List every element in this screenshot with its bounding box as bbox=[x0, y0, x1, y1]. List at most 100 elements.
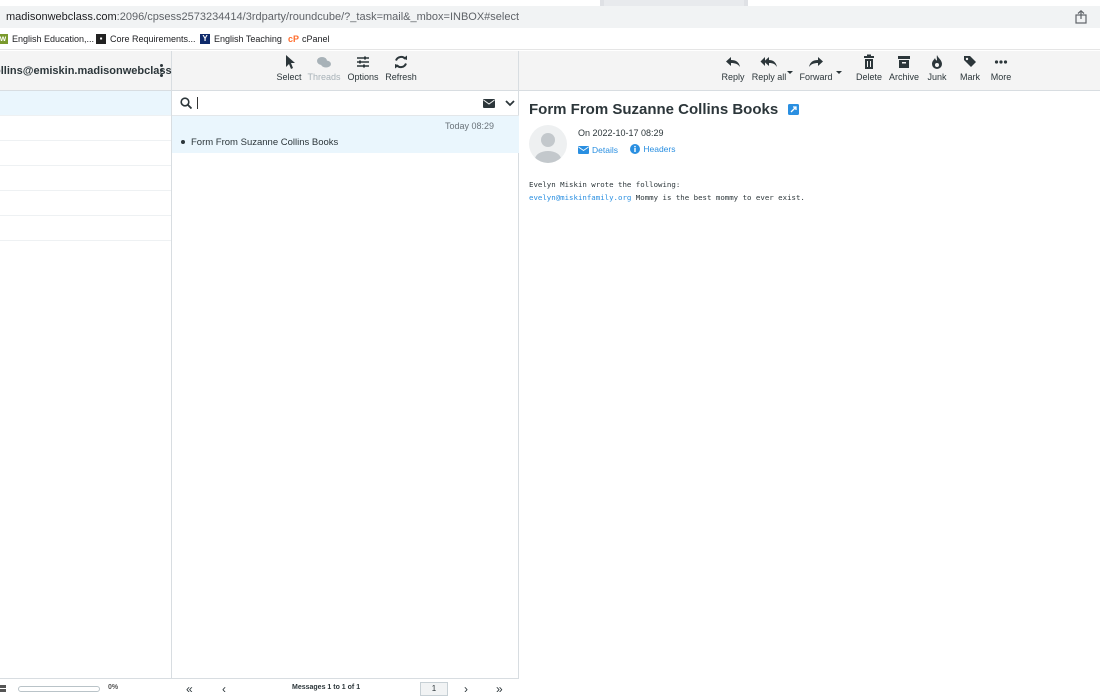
next-page-button[interactable]: › bbox=[464, 681, 468, 697]
message-list-pane: Select Threads Options Refresh Today 08:… bbox=[172, 51, 519, 700]
search-icon[interactable] bbox=[180, 97, 192, 109]
email-link[interactable]: evelyn@miskinfamily.org bbox=[529, 193, 631, 202]
headers-label: Headers bbox=[643, 144, 676, 154]
tag-icon bbox=[964, 56, 976, 67]
delete-label: Delete bbox=[855, 72, 882, 82]
reply-all-dropdown-caret[interactable] bbox=[787, 71, 793, 74]
junk-label: Junk bbox=[927, 72, 947, 82]
folder-item[interactable] bbox=[0, 166, 171, 191]
quote-intro: Evelyn Miskin wrote the following: bbox=[529, 180, 681, 189]
message-date: On 2022-10-17 08:29 bbox=[578, 128, 664, 138]
forward-label: Forward bbox=[799, 72, 833, 82]
archive-icon bbox=[898, 56, 910, 68]
fire-icon bbox=[932, 55, 942, 69]
bookmark-site-icon: Y bbox=[200, 34, 210, 44]
open-in-new-window-icon[interactable] bbox=[788, 104, 800, 115]
ellipsis-icon bbox=[994, 60, 1008, 64]
refresh-button[interactable]: Refresh bbox=[384, 54, 418, 88]
archive-button[interactable]: Archive bbox=[887, 54, 921, 88]
url-path: :2096/cpsess2573234414/3rdparty/roundcub… bbox=[116, 11, 520, 23]
message-subject: Form From Suzanne Collins Books bbox=[191, 137, 339, 148]
bookmark-label: cPanel bbox=[302, 34, 330, 44]
message-date: Today 08:29 bbox=[444, 121, 494, 131]
list-toolbar: Select Threads Options Refresh bbox=[172, 51, 518, 91]
folder-item[interactable] bbox=[0, 141, 171, 166]
folder-item[interactable] bbox=[0, 116, 171, 141]
first-page-button[interactable]: « bbox=[186, 681, 193, 697]
chevron-down-icon[interactable] bbox=[505, 99, 515, 107]
reply-label: Reply bbox=[721, 72, 745, 82]
reply-all-label: Reply all bbox=[751, 72, 787, 82]
message-body-text: Mommy is the best mommy to ever exist. bbox=[635, 193, 805, 202]
envelope-icon[interactable] bbox=[483, 99, 495, 108]
message-title-text: Form From Suzanne Collins Books bbox=[529, 101, 779, 118]
bookmark-site-icon: ▪ bbox=[96, 34, 106, 44]
comments-icon bbox=[317, 57, 331, 68]
account-menu-icon[interactable] bbox=[157, 63, 165, 79]
database-icon bbox=[0, 685, 6, 692]
reply-all-icon bbox=[760, 57, 777, 67]
threads-button[interactable]: Threads bbox=[306, 54, 342, 88]
message-count: Messages 1 to 1 of 1 bbox=[292, 684, 361, 691]
user-silhouette-icon bbox=[535, 133, 561, 163]
options-label: Options bbox=[347, 72, 379, 82]
bookmark-cpanel[interactable]: cP cPanel bbox=[288, 28, 330, 50]
refresh-icon bbox=[395, 55, 407, 69]
quota-footer: 0% bbox=[0, 678, 172, 700]
folder-item-inbox[interactable] bbox=[0, 91, 171, 116]
message-view-pane: Reply Reply all Forward Delete Archive J… bbox=[519, 51, 1100, 700]
mark-button[interactable]: Mark bbox=[957, 54, 983, 88]
reply-button[interactable]: Reply bbox=[719, 54, 747, 88]
more-label: More bbox=[990, 72, 1012, 82]
headers-link[interactable]: Headers bbox=[630, 144, 676, 154]
cursor-icon bbox=[286, 55, 295, 69]
message-header-links: Details Headers bbox=[578, 144, 686, 156]
details-link[interactable]: Details bbox=[578, 145, 618, 155]
message-body-line: evelyn@miskinfamily.org Mommy is the bes… bbox=[529, 191, 805, 204]
select-button[interactable]: Select bbox=[274, 54, 304, 88]
refresh-label: Refresh bbox=[385, 72, 417, 82]
reply-all-button[interactable]: Reply all bbox=[751, 54, 787, 88]
details-label: Details bbox=[592, 145, 618, 155]
bookmark-label: English Education,... bbox=[12, 34, 95, 44]
message-body: Evelyn Miskin wrote the following: evely… bbox=[529, 178, 805, 204]
bookmark-label: Core Requirements... bbox=[110, 34, 196, 44]
previous-page-button[interactable]: ‹ bbox=[222, 681, 226, 697]
quota-label: 0% bbox=[108, 684, 119, 691]
pagination-bar: « ‹ Messages 1 to 1 of 1 1 › » bbox=[172, 678, 519, 700]
account-name: ollins@emiskin.madisonwebclass.... bbox=[0, 65, 172, 77]
select-label: Select bbox=[276, 72, 302, 82]
bookmark-english-teaching[interactable]: Y English Teaching bbox=[200, 28, 282, 50]
message-toolbar: Reply Reply all Forward Delete Archive J… bbox=[519, 51, 1100, 91]
cpanel-icon: cP bbox=[288, 34, 300, 44]
sender-avatar bbox=[529, 125, 567, 163]
bookmark-site-icon: w bbox=[0, 34, 8, 44]
forward-dropdown-caret[interactable] bbox=[836, 71, 842, 74]
archive-label: Archive bbox=[888, 72, 919, 82]
reply-icon bbox=[726, 57, 740, 67]
bookmark-english-education[interactable]: w English Education,... bbox=[0, 28, 94, 50]
address-bar[interactable]: madisonwebclass.com:2096/cpsess257323441… bbox=[0, 6, 1100, 28]
search-input[interactable] bbox=[196, 95, 466, 111]
forward-button[interactable]: Forward bbox=[797, 54, 835, 88]
delete-button[interactable]: Delete bbox=[855, 54, 883, 88]
share-icon[interactable] bbox=[1074, 10, 1088, 24]
mark-label: Mark bbox=[960, 72, 980, 82]
more-button[interactable]: More bbox=[987, 54, 1015, 88]
bookmark-core-requirements[interactable]: ▪ Core Requirements... bbox=[96, 28, 196, 50]
folder-item[interactable] bbox=[0, 216, 171, 241]
page-number-input[interactable]: 1 bbox=[420, 682, 448, 696]
folder-pane: ollins@emiskin.madisonwebclass.... 0% bbox=[0, 51, 172, 700]
message-list-item[interactable]: Today 08:29 Form From Suzanne Collins Bo… bbox=[172, 116, 519, 153]
bookmark-label: English Teaching bbox=[214, 34, 282, 44]
account-header: ollins@emiskin.madisonwebclass.... bbox=[0, 51, 172, 91]
options-button[interactable]: Options bbox=[346, 54, 380, 88]
sliders-icon bbox=[357, 56, 369, 68]
last-page-button[interactable]: » bbox=[496, 681, 503, 697]
junk-button[interactable]: Junk bbox=[925, 54, 949, 88]
folder-item[interactable] bbox=[0, 191, 171, 216]
text-cursor bbox=[197, 97, 198, 109]
bookmarks-bar: w English Education,... ▪ Core Requireme… bbox=[0, 28, 1100, 50]
info-icon bbox=[630, 144, 641, 154]
trash-icon bbox=[864, 54, 874, 69]
